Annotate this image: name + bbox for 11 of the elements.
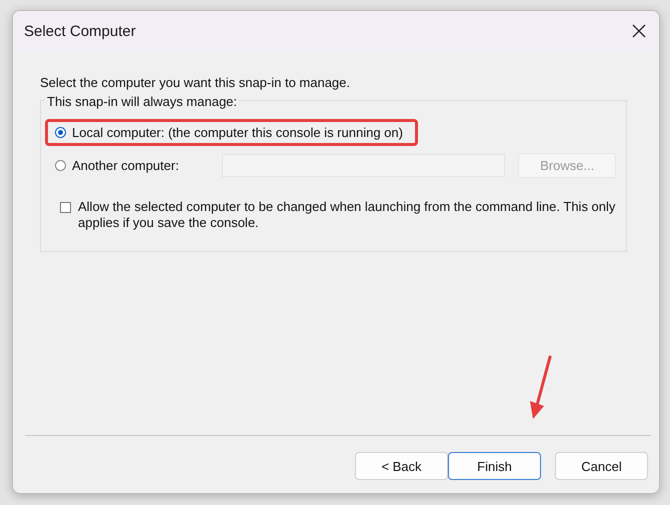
checkbox[interactable] [60, 202, 71, 213]
close-icon[interactable] [631, 23, 647, 39]
highlighted-radio-option[interactable]: Local computer: (the computer this console is running on) [45, 119, 418, 146]
dialog-button[interactable]: Cancel [555, 452, 648, 480]
group-label: This snap-in will always manage: [45, 94, 240, 109]
default-button[interactable]: Finish [448, 452, 541, 480]
instruction-text: Select the computer you want this snap-in to manage. [40, 75, 352, 90]
checkbox-label: Allow the selected computer to be changed when launching from the command line. This only applies if you save the console. [78, 199, 616, 231]
radio-option[interactable]: Another computer: [45, 152, 230, 179]
dialog-button[interactable]: < Back [355, 452, 448, 480]
window-title: Select Computer [24, 22, 136, 40]
